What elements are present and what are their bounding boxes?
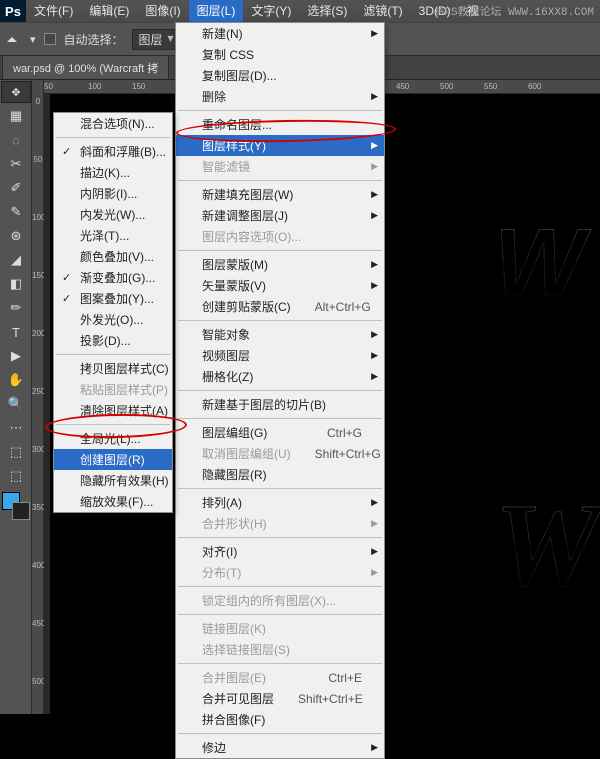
menu-item[interactable]: 斜面和浮雕(B)... (54, 141, 172, 162)
menu-item[interactable]: 隐藏图层(R) (176, 464, 384, 485)
tool-button[interactable]: ◌ (1, 129, 31, 151)
menubar-item[interactable]: 文件(F) (26, 0, 81, 22)
document-tab[interactable]: war.psd @ 100% (Warcraft 拷 (2, 55, 169, 79)
menu-item[interactable]: 排列(A) (176, 492, 384, 513)
menu-item[interactable]: 缩放效果(F)... (54, 491, 172, 512)
menu-item[interactable]: 全局光(L)... (54, 428, 172, 449)
menu-item: 分布(T) (176, 562, 384, 583)
title-bar: Ps 文件(F)编辑(E)图像(I)图层(L)文字(Y)选择(S)滤镜(T)3D… (0, 0, 600, 22)
menu-item[interactable]: 修边 (176, 737, 384, 758)
tool-button[interactable]: ✎ (1, 201, 31, 223)
tool-button[interactable]: ◧ (1, 273, 31, 295)
menubar-item[interactable]: 文字(Y) (243, 0, 299, 22)
tool-button[interactable]: ✂ (1, 153, 31, 175)
tool-button[interactable]: ⊛ (1, 225, 31, 247)
menu-item[interactable]: 混合选项(N)... (54, 113, 172, 134)
menu-item: 合并图层(E)Ctrl+E (176, 667, 384, 688)
menu-item[interactable]: 智能对象 (176, 324, 384, 345)
layer-menu-panel: 新建(N)复制 CSS复制图层(D)...删除重命名图层...图层样式(Y)智能… (175, 22, 385, 759)
menu-item[interactable]: 外发光(O)... (54, 309, 172, 330)
menu-item: 智能滤镜 (176, 156, 384, 177)
menu-item: 取消图层编组(U)Shift+Ctrl+G (176, 443, 384, 464)
menubar-item[interactable]: 图像(I) (137, 0, 188, 22)
menu-item[interactable]: 图层样式(Y) (176, 135, 384, 156)
menu-item: 链接图层(K) (176, 618, 384, 639)
tool-button[interactable]: ✋ (1, 369, 31, 391)
menu-item[interactable]: 光泽(T)... (54, 225, 172, 246)
toolbox: ✥▦◌✂✐✎⊛◢◧✏T▶✋🔍⋯⬚⬚ (0, 80, 32, 714)
menu-item[interactable]: 视频图层 (176, 345, 384, 366)
tool-button[interactable]: ⋯ (1, 417, 31, 439)
menu-item: 锁定组内的所有图层(X)... (176, 590, 384, 611)
move-tool[interactable]: ✥ (1, 81, 31, 103)
menu-item: 合并形状(H) (176, 513, 384, 534)
tool-preset-chevron-icon[interactable]: ▾ (30, 33, 36, 46)
menu-item[interactable]: 新建基于图层的切片(B) (176, 394, 384, 415)
menu-item[interactable]: 图层蒙版(M) (176, 254, 384, 275)
menu-item[interactable]: 创建剪贴蒙版(C)Alt+Ctrl+G (176, 296, 384, 317)
menubar-item[interactable]: 编辑(E) (81, 0, 137, 22)
tool-button[interactable]: ▦ (1, 105, 31, 127)
menu-item[interactable]: 内阴影(I)... (54, 183, 172, 204)
tool-button[interactable]: ◢ (1, 249, 31, 271)
menu-item[interactable]: 新建填充图层(W) (176, 184, 384, 205)
menu-item: 图层内容选项(O)... (176, 226, 384, 247)
auto-select-label: 自动选择： (64, 31, 124, 48)
menu-item[interactable]: 内发光(W)... (54, 204, 172, 225)
menubar-item[interactable]: 滤镜(T) (355, 0, 410, 22)
artwork-text-2: W (494, 500, 600, 590)
menu-item[interactable]: 清除图层样式(A) (54, 400, 172, 421)
tool-button[interactable]: ✏ (1, 297, 31, 319)
menu-item[interactable]: 拼合图像(F) (176, 709, 384, 730)
menu-item[interactable]: 复制 CSS (176, 44, 384, 65)
tool-button[interactable]: ✐ (1, 177, 31, 199)
menu-item[interactable]: 新建调整图层(J) (176, 205, 384, 226)
tool-button[interactable]: 🔍 (1, 393, 31, 415)
menu-item[interactable]: 新建(N) (176, 23, 384, 44)
tool-button[interactable]: T (1, 321, 31, 343)
menu-item[interactable]: 拷贝图层样式(C) (54, 358, 172, 379)
auto-select-target-dropdown[interactable]: 图层 (132, 29, 178, 50)
ruler-vertical: 050100150200250300350400450500 (32, 80, 44, 714)
menu-item: 选择链接图层(S) (176, 639, 384, 660)
menu-item[interactable]: 投影(D)... (54, 330, 172, 351)
main-menubar: 文件(F)编辑(E)图像(I)图层(L)文字(Y)选择(S)滤镜(T)3D(D)… (26, 0, 487, 22)
tool-button[interactable]: ⬚ (1, 465, 31, 487)
artwork-text-1: W (494, 228, 600, 298)
color-swatches[interactable] (2, 492, 30, 520)
app-logo: Ps (0, 0, 26, 22)
menu-item[interactable]: 图案叠加(Y)... (54, 288, 172, 309)
menu-item[interactable]: 合并可见图层Shift+Ctrl+E (176, 688, 384, 709)
move-tool-icon (6, 31, 22, 47)
menu-item[interactable]: 矢量蒙版(V) (176, 275, 384, 296)
menu-item[interactable]: 图层编组(G)Ctrl+G (176, 422, 384, 443)
menu-item[interactable]: 渐变叠加(G)... (54, 267, 172, 288)
watermark-text: ⊕PS教程论坛 WWW.16XX8.COM (435, 3, 594, 19)
menu-item[interactable]: 对齐(I) (176, 541, 384, 562)
menu-item[interactable]: 颜色叠加(V)... (54, 246, 172, 267)
menu-item[interactable]: 重命名图层... (176, 114, 384, 135)
menu-item: 粘贴图层样式(P) (54, 379, 172, 400)
menubar-item[interactable]: 选择(S) (299, 0, 355, 22)
menubar-item[interactable]: 图层(L) (189, 0, 244, 22)
auto-select-checkbox[interactable] (44, 33, 56, 45)
tool-button[interactable]: ⬚ (1, 441, 31, 463)
menu-item[interactable]: 栅格化(Z) (176, 366, 384, 387)
menu-item[interactable]: 删除 (176, 86, 384, 107)
tool-button[interactable]: ▶ (1, 345, 31, 367)
menu-item[interactable]: 隐藏所有效果(H) (54, 470, 172, 491)
menu-item[interactable]: 描边(K)... (54, 162, 172, 183)
menu-item[interactable]: 创建图层(R) (54, 449, 172, 470)
menu-item[interactable]: 复制图层(D)... (176, 65, 384, 86)
layer-style-submenu-panel: 混合选项(N)... 斜面和浮雕(B)...描边(K)...内阴影(I)...内发… (53, 112, 173, 513)
